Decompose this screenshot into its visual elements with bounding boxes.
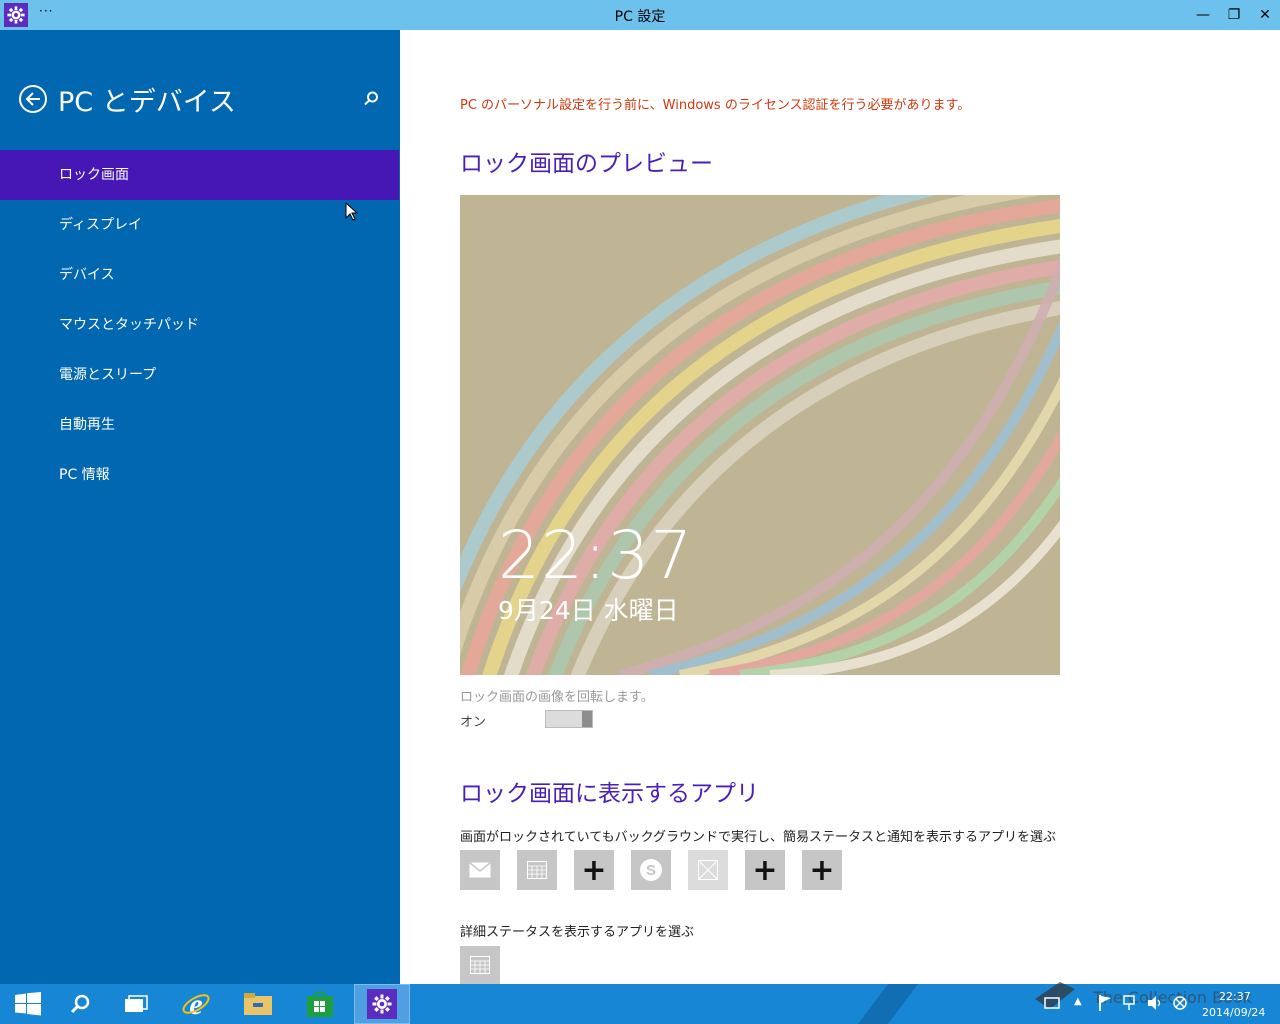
slideshow-toggle[interactable] bbox=[545, 710, 593, 728]
restore-button[interactable]: ❐ bbox=[1219, 0, 1249, 30]
taskbar: e The Collection Book ▲ 22:37 2014/09/24 bbox=[0, 982, 1280, 1024]
search-icon[interactable] bbox=[52, 984, 108, 1024]
no-network-icon[interactable] bbox=[1172, 995, 1188, 1011]
add-app-button[interactable]: + bbox=[574, 850, 614, 890]
keyboard-icon[interactable] bbox=[1044, 996, 1060, 1010]
search-icon[interactable] bbox=[362, 90, 380, 108]
sidebar-item-devices[interactable]: デバイス bbox=[0, 250, 399, 300]
calendar-icon[interactable] bbox=[517, 850, 557, 890]
volume-icon[interactable] bbox=[1146, 994, 1164, 1012]
file-explorer-icon[interactable] bbox=[230, 984, 286, 1024]
add-app-button[interactable]: + bbox=[802, 850, 842, 890]
taskbar-clock[interactable]: 22:37 bbox=[1219, 990, 1251, 1003]
sidebar-item-pc-info[interactable]: PC 情報 bbox=[0, 450, 399, 500]
preview-clock: 22:37 bbox=[498, 517, 694, 594]
sidebar-item-display[interactable]: ディスプレイ bbox=[0, 200, 399, 250]
flag-icon[interactable] bbox=[1098, 994, 1112, 1012]
close-button[interactable]: ✕ bbox=[1250, 0, 1280, 30]
decorative-stripe bbox=[858, 984, 918, 1024]
minimize-button[interactable]: — bbox=[1188, 0, 1218, 30]
store-icon[interactable] bbox=[292, 984, 348, 1024]
sidebar: PC とデバイス ロック画面 ディスプレイ デバイス マウスとタッチパッド 電源… bbox=[0, 30, 400, 984]
lock-apps-description: 画面がロックされていてもバックグラウンドで実行し、簡易ステータスと通知を表示する… bbox=[460, 830, 1057, 845]
activation-warning: PC のパーソナル設定を行う前に、Windows のライセンス認証を行う必要があ… bbox=[460, 98, 971, 113]
sidebar-item-lock-screen[interactable]: ロック画面 bbox=[0, 150, 399, 200]
window-title: PC 設定 bbox=[614, 9, 666, 25]
title-bar: ··· PC 設定 — ❐ ✕ bbox=[0, 0, 1280, 30]
taskbar-date[interactable]: 2014/09/24 bbox=[1202, 1006, 1265, 1019]
mouse-cursor-icon bbox=[345, 202, 359, 221]
sidebar-item-mouse-touchpad[interactable]: マウスとタッチパッド bbox=[0, 300, 399, 350]
back-arrow-icon[interactable] bbox=[19, 85, 47, 113]
sidebar-item-power-sleep[interactable]: 電源とスリープ bbox=[0, 350, 399, 400]
svg-text:e: e bbox=[189, 989, 202, 1019]
pc-settings-taskbar-button[interactable] bbox=[354, 984, 410, 1024]
task-view-icon[interactable] bbox=[108, 984, 164, 1024]
lock-apps-heading: ロック画面に表示するアプリ bbox=[460, 781, 759, 807]
detail-status-description: 詳細ステータスを表示するアプリを選ぶ bbox=[460, 925, 695, 940]
svg-text:S: S bbox=[646, 862, 656, 879]
sidebar-nav: ロック画面 ディスプレイ デバイス マウスとタッチパッド 電源とスリープ 自動再… bbox=[0, 150, 399, 500]
add-app-button[interactable]: + bbox=[745, 850, 785, 890]
internet-explorer-icon[interactable]: e bbox=[168, 984, 224, 1024]
calendar-icon[interactable] bbox=[460, 946, 500, 984]
lock-screen-preview: 22:37 9月24日 水曜日 bbox=[460, 195, 1060, 675]
toggle-knob bbox=[582, 711, 592, 727]
lock-apps-list: + S + + bbox=[460, 850, 842, 890]
mail-icon[interactable] bbox=[460, 850, 500, 890]
sidebar-title: PC とデバイス bbox=[58, 87, 236, 118]
preview-heading: ロック画面のプレビュー bbox=[460, 151, 713, 177]
sidebar-item-autoplay[interactable]: 自動再生 bbox=[0, 400, 399, 450]
start-button[interactable] bbox=[0, 984, 56, 1024]
skype-icon[interactable]: S bbox=[631, 850, 671, 890]
tray-expand-icon[interactable]: ▲ bbox=[1074, 996, 1082, 1007]
slideshow-label: ロック画面の画像を回転します。 bbox=[460, 690, 654, 705]
slideshow-toggle-state: オン bbox=[460, 715, 487, 730]
network-icon[interactable] bbox=[1122, 994, 1140, 1012]
disabled-app-icon[interactable] bbox=[688, 850, 728, 890]
main-content: PC のパーソナル設定を行う前に、Windows のライセンス認証を行う必要があ… bbox=[400, 30, 1280, 984]
preview-date: 9月24日 水曜日 bbox=[498, 596, 679, 625]
